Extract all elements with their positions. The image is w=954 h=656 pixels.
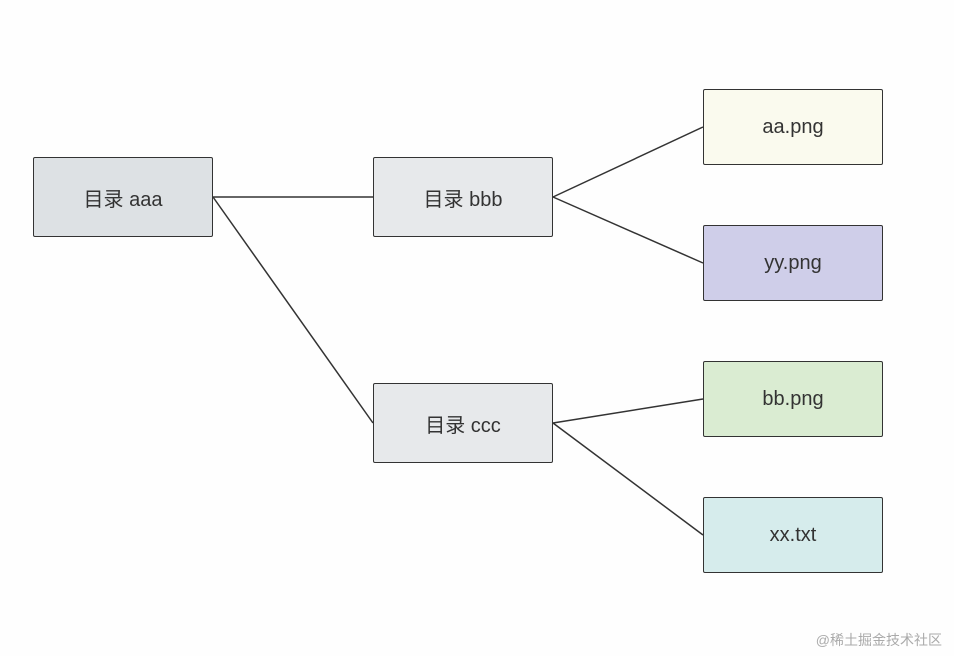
node-file-bb-png: bb.png xyxy=(703,361,883,437)
node-dir-bbb: 目录 bbb xyxy=(373,157,553,237)
watermark: @稀土掘金技术社区 xyxy=(816,630,942,650)
diagram-canvas: 目录 aaa 目录 bbb 目录 ccc aa.png yy.png bb.pn… xyxy=(0,0,954,656)
node-label: bb.png xyxy=(762,388,823,411)
node-file-yy-png: yy.png xyxy=(703,225,883,301)
node-file-xx-txt: xx.txt xyxy=(703,497,883,573)
node-label: 目录 ccc xyxy=(425,409,501,438)
node-file-aa-png: aa.png xyxy=(703,89,883,165)
node-label: aa.png xyxy=(762,116,823,139)
node-label: 目录 bbb xyxy=(424,183,503,212)
node-label: yy.png xyxy=(764,252,821,275)
node-label: xx.txt xyxy=(770,524,817,547)
node-dir-ccc: 目录 ccc xyxy=(373,383,553,463)
node-dir-aaa: 目录 aaa xyxy=(33,157,213,237)
node-label: 目录 aaa xyxy=(84,183,163,212)
